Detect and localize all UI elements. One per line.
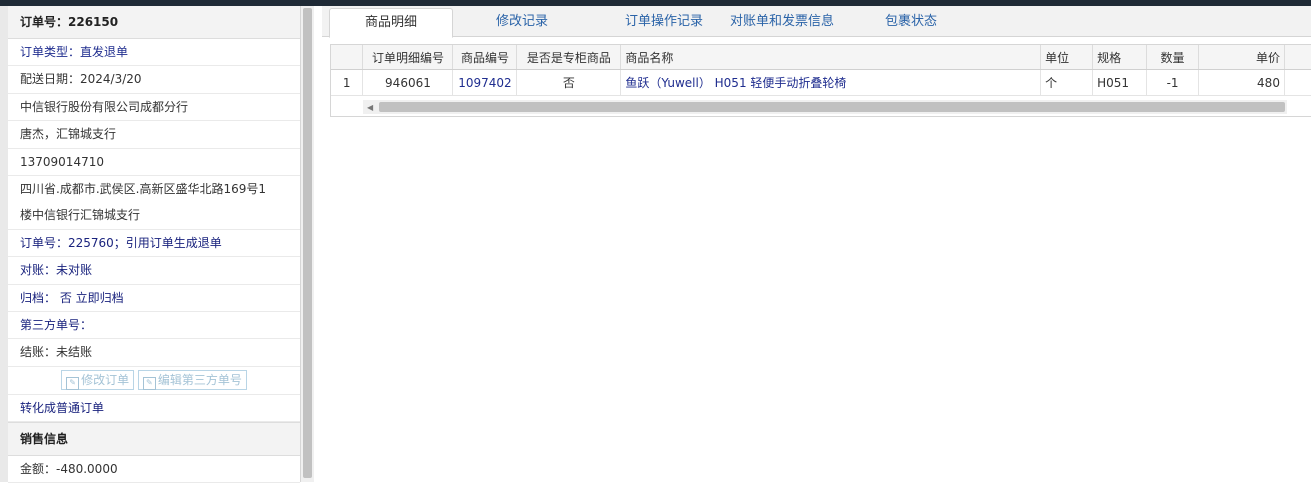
grid-horizontal-scrollbar[interactable]: ◀ — [363, 100, 1287, 114]
customer-contact: 唐杰，汇锦城支行 — [8, 121, 300, 149]
column-header-qty[interactable]: 数量 — [1146, 45, 1200, 70]
customer-company: 中信银行股份有限公司成都分行 — [8, 94, 300, 122]
customer-phone: 13709014710 — [8, 149, 300, 176]
delivery-date: 配送日期：2024/3/20 — [8, 66, 300, 94]
tab-edit-history[interactable]: 修改记录 — [472, 8, 572, 36]
column-header-spec[interactable]: 规格 — [1092, 45, 1148, 70]
order-title: 订单号：226150 — [8, 6, 300, 39]
cell-filler — [1284, 69, 1311, 96]
cell-qty: -1 — [1146, 69, 1200, 96]
reference-order[interactable]: 订单号：225760；引用订单生成退单 — [8, 230, 300, 258]
left-scrollbar[interactable] — [301, 6, 314, 482]
column-header-filler — [1284, 45, 1311, 70]
cell-detail-id: 946061 — [362, 69, 454, 96]
address-line-2: 楼中信银行汇锦城支行 — [8, 202, 300, 230]
tab-bar: 商品明细 修改记录 订单操作记录 对账单和发票信息 包裹状态 — [322, 6, 1311, 38]
tab-package-status[interactable]: 包裹状态 — [868, 8, 954, 36]
scroll-left-arrow-icon[interactable]: ◀ — [367, 103, 373, 112]
tab-order-operations[interactable]: 订单操作记录 — [604, 8, 724, 36]
cell-price: 480 — [1198, 69, 1285, 96]
cell-spec: H051 — [1092, 69, 1148, 96]
tab-statement-invoice[interactable]: 对账单和发票信息 — [720, 8, 844, 36]
sales-amount: 金额：-480.0000 — [8, 456, 300, 483]
column-header-detail-id[interactable]: 订单明细编号 — [362, 45, 454, 70]
column-header-index — [331, 45, 364, 70]
column-header-unit[interactable]: 单位 — [1040, 45, 1094, 70]
grid-scrollbar-thumb[interactable] — [379, 102, 1285, 112]
settle-status: 结账：未结账 — [8, 339, 300, 367]
edit-order-button[interactable]: ✎ 修改订单 — [61, 370, 135, 391]
detail-panel: 商品明细 修改记录 订单操作记录 对账单和发票信息 包裹状态 订单明细编号 商品… — [322, 6, 1311, 482]
reconcile-status: 对账：未对账 — [8, 257, 300, 285]
product-grid: 订单明细编号 商品编号 是否是专柜商品 商品名称 单位 规格 数量 单价 1 9… — [330, 44, 1311, 117]
table-header-row: 订单明细编号 商品编号 是否是专柜商品 商品名称 单位 规格 数量 单价 — [331, 45, 1311, 70]
third-party-number: 第三方单号： — [8, 312, 300, 340]
cell-is-counter: 否 — [516, 69, 622, 96]
product-table: 订单明细编号 商品编号 是否是专柜商品 商品名称 单位 规格 数量 单价 1 9… — [331, 45, 1311, 96]
edit-third-party-label: 编辑第三方单号 — [157, 373, 242, 388]
cell-unit: 个 — [1040, 69, 1094, 96]
order-info-panel: 订单号：226150 订单类型：直发退单 配送日期：2024/3/20 中信银行… — [0, 6, 314, 483]
convert-order-link[interactable]: 转化成普通订单 — [8, 395, 300, 423]
column-header-product-id[interactable]: 商品编号 — [452, 45, 518, 70]
column-header-price[interactable]: 单价 — [1198, 45, 1285, 70]
edit-third-party-button[interactable]: ✎ 编辑第三方单号 — [137, 370, 247, 391]
tab-product-details[interactable]: 商品明细 — [329, 8, 453, 38]
address-line-1: 四川省.成都市.武侯区.高新区盛华北路169号1 — [20, 181, 266, 196]
cell-product-name[interactable]: 鱼跃（Yuwell） H051 轻便手动折叠轮椅 — [620, 69, 1042, 96]
order-info-list: 订单号：226150 订单类型：直发退单 配送日期：2024/3/20 中信银行… — [8, 6, 301, 483]
order-action-buttons: ✎ 修改订单 ✎ 编辑第三方单号 — [8, 367, 300, 395]
table-row[interactable]: 1 946061 1097402 否 鱼跃（Yuwell） H051 轻便手动折… — [331, 69, 1311, 96]
edit-order-label: 修改订单 — [81, 373, 130, 388]
edit-icon: ✎ — [66, 377, 80, 391]
sales-info-title: 销售信息 — [8, 422, 300, 457]
column-header-name[interactable]: 商品名称 — [620, 45, 1042, 70]
archive-status[interactable]: 归档： 否 立即归档 — [8, 285, 300, 312]
cell-product-id[interactable]: 1097402 — [452, 69, 518, 96]
row-index: 1 — [331, 69, 364, 96]
column-header-is-counter[interactable]: 是否是专柜商品 — [516, 45, 622, 70]
left-scrollbar-thumb[interactable] — [303, 8, 312, 478]
edit-icon: ✎ — [142, 377, 156, 391]
order-type: 订单类型：直发退单 — [8, 39, 300, 67]
